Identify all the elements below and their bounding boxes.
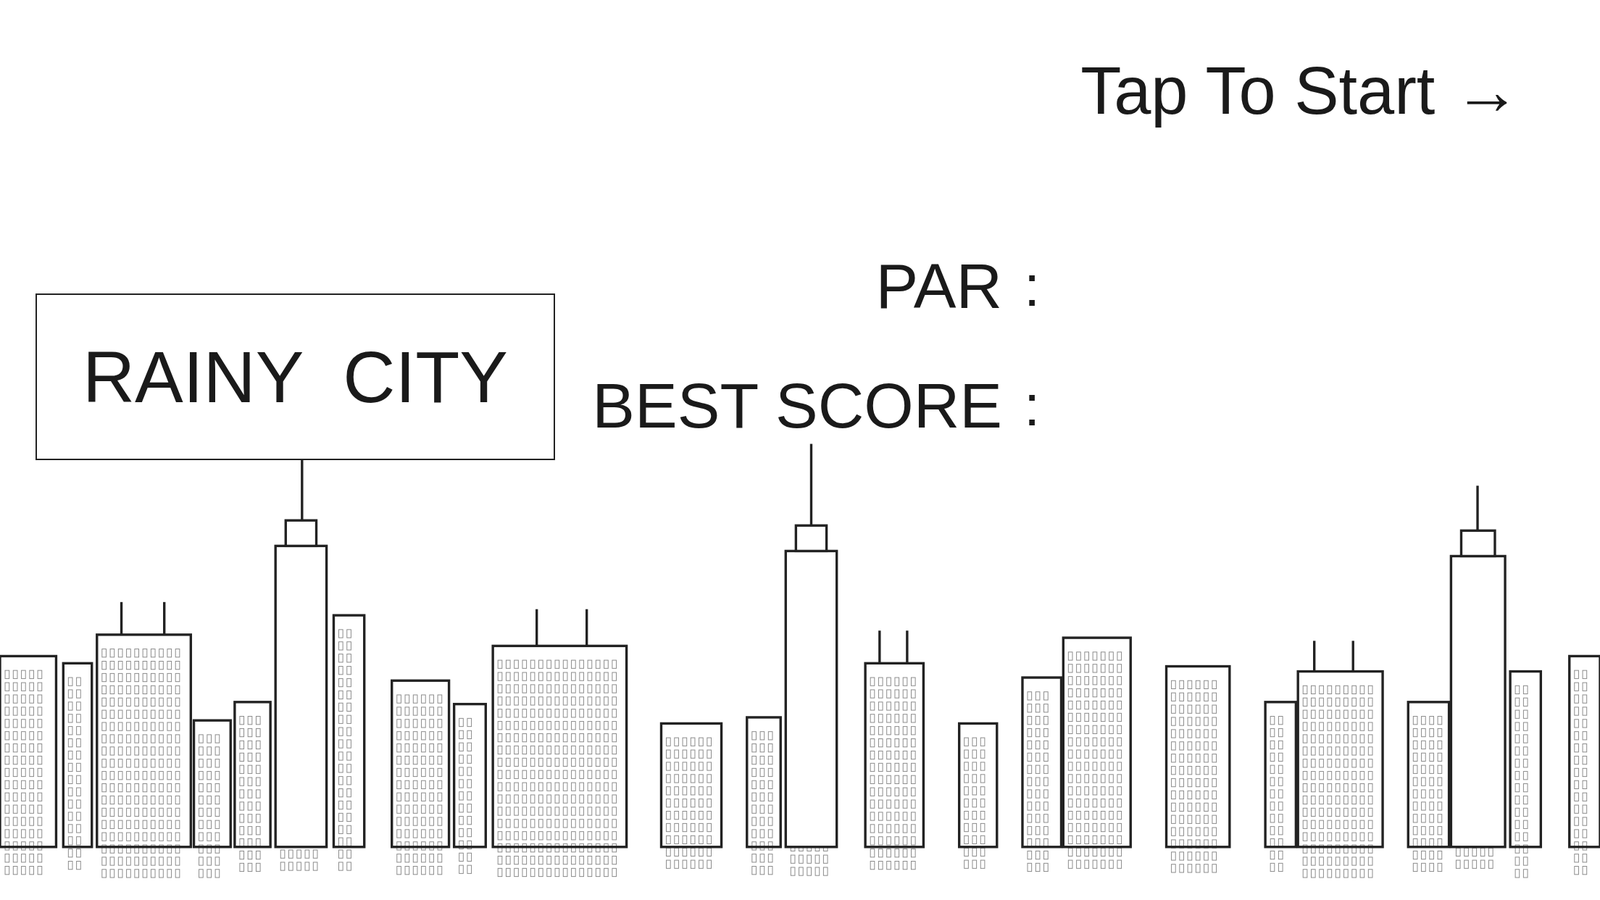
stat-separator: : <box>1023 365 1040 446</box>
stat-label: PAR <box>581 246 1003 327</box>
stat-label: BEST SCORE <box>581 365 1003 446</box>
stat-row: BEST SCORE: <box>581 345 1040 466</box>
title-box: RAINY CITY <box>35 293 556 461</box>
stats: PAR:BEST SCORE: <box>581 226 1040 466</box>
stat-row: PAR: <box>581 226 1040 346</box>
stat-separator: : <box>1023 246 1040 327</box>
title-screen: Tap To Start →RAINY CITYPAR:BEST SCORE: <box>0 0 1600 900</box>
header: Tap To Start → <box>0 0 1600 131</box>
game-title: RAINY CITY <box>82 333 508 421</box>
main-row: RAINY CITYPAR:BEST SCORE: <box>0 226 1600 466</box>
tap-to-start-button[interactable]: Tap To Start → <box>1080 50 1521 131</box>
